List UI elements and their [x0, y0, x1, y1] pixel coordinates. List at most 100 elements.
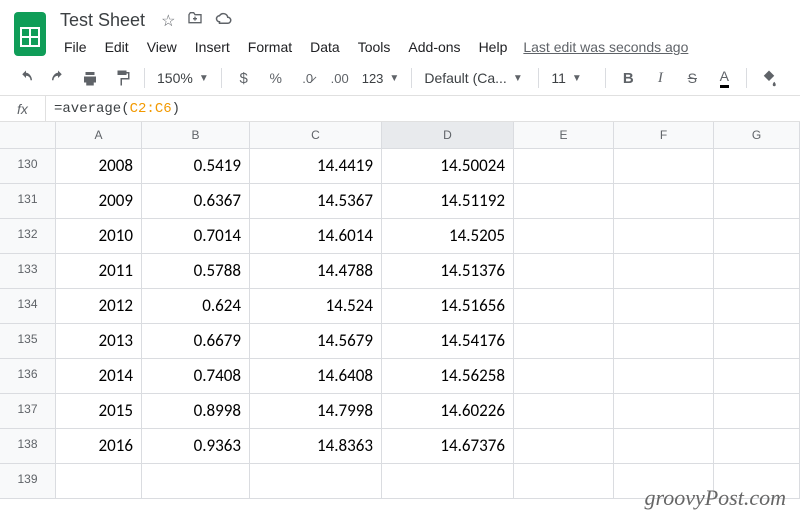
column-header-b[interactable]: B	[142, 122, 250, 148]
cell[interactable]: 0.624	[142, 289, 250, 323]
menu-format[interactable]: Format	[240, 35, 300, 59]
cell[interactable]: 14.6014	[250, 219, 382, 253]
cell[interactable]: 14.56258	[382, 359, 514, 393]
cell[interactable]	[142, 464, 250, 498]
cell[interactable]: 0.7014	[142, 219, 250, 253]
row-header[interactable]: 136	[0, 359, 56, 393]
cell[interactable]: 14.5205	[382, 219, 514, 253]
cell[interactable]: 14.6408	[250, 359, 382, 393]
cell[interactable]	[714, 324, 800, 358]
cell[interactable]: 0.5788	[142, 254, 250, 288]
cell[interactable]	[614, 184, 714, 218]
cell[interactable]	[614, 359, 714, 393]
row-header[interactable]: 131	[0, 184, 56, 218]
cell[interactable]: 14.54176	[382, 324, 514, 358]
menu-file[interactable]: File	[56, 35, 95, 59]
cell[interactable]	[514, 359, 614, 393]
last-edit-link[interactable]: Last edit was seconds ago	[517, 35, 694, 59]
cell[interactable]	[514, 464, 614, 498]
menu-data[interactable]: Data	[302, 35, 348, 59]
row-header[interactable]: 138	[0, 429, 56, 463]
cell[interactable]	[614, 149, 714, 183]
cell[interactable]	[514, 324, 614, 358]
cell[interactable]	[514, 219, 614, 253]
cell[interactable]: 14.67376	[382, 429, 514, 463]
cell[interactable]	[714, 289, 800, 323]
cell[interactable]	[714, 359, 800, 393]
row-header[interactable]: 132	[0, 219, 56, 253]
column-header-d[interactable]: D	[382, 122, 514, 148]
cell[interactable]	[514, 429, 614, 463]
currency-button[interactable]: $	[230, 65, 258, 91]
bold-button[interactable]: B	[614, 65, 642, 91]
decrease-decimal-button[interactable]: .0̷	[294, 65, 322, 91]
cell[interactable]: 14.4419	[250, 149, 382, 183]
cell[interactable]	[614, 219, 714, 253]
star-icon[interactable]: ☆	[161, 11, 175, 31]
row-header[interactable]: 130	[0, 149, 56, 183]
move-icon[interactable]	[187, 10, 203, 31]
zoom-select[interactable]: 150%▼	[153, 70, 213, 86]
cell[interactable]	[714, 149, 800, 183]
cell[interactable]: 0.6679	[142, 324, 250, 358]
cell[interactable]	[614, 289, 714, 323]
cell[interactable]	[714, 429, 800, 463]
cloud-status-icon[interactable]	[215, 11, 233, 30]
cell[interactable]	[714, 184, 800, 218]
cell[interactable]: 2008	[56, 149, 142, 183]
cell[interactable]	[614, 394, 714, 428]
menu-addons[interactable]: Add-ons	[400, 35, 468, 59]
more-formats-select[interactable]: 123▼	[358, 71, 404, 86]
print-button[interactable]	[76, 65, 104, 91]
row-header[interactable]: 134	[0, 289, 56, 323]
redo-button[interactable]	[44, 65, 72, 91]
cell[interactable]: 14.51656	[382, 289, 514, 323]
cell[interactable]: 14.60226	[382, 394, 514, 428]
column-header-g[interactable]: G	[714, 122, 800, 148]
cell[interactable]	[250, 464, 382, 498]
document-title[interactable]: Test Sheet	[56, 8, 149, 33]
font-select[interactable]: Default (Ca...▼	[420, 70, 530, 86]
cell[interactable]: 0.9363	[142, 429, 250, 463]
percent-button[interactable]: %	[262, 65, 290, 91]
cell[interactable]	[714, 254, 800, 288]
italic-button[interactable]: I	[646, 65, 674, 91]
cell[interactable]: 0.5419	[142, 149, 250, 183]
increase-decimal-button[interactable]: .00	[326, 65, 354, 91]
cell[interactable]: 0.7408	[142, 359, 250, 393]
column-header-a[interactable]: A	[56, 122, 142, 148]
fill-color-button[interactable]	[755, 65, 783, 91]
row-header[interactable]: 133	[0, 254, 56, 288]
menu-view[interactable]: View	[139, 35, 185, 59]
cell[interactable]: 2011	[56, 254, 142, 288]
cell[interactable]	[614, 429, 714, 463]
cell[interactable]: 2009	[56, 184, 142, 218]
cell[interactable]	[514, 149, 614, 183]
select-all-cell[interactable]	[0, 122, 56, 148]
cell[interactable]: 14.7998	[250, 394, 382, 428]
row-header[interactable]: 135	[0, 324, 56, 358]
font-size-select[interactable]: 11▼	[547, 70, 597, 86]
formula-input[interactable]: =average(C2:C6)	[46, 101, 800, 117]
cell[interactable]	[614, 254, 714, 288]
cell[interactable]	[514, 289, 614, 323]
menu-insert[interactable]: Insert	[187, 35, 238, 59]
row-header[interactable]: 137	[0, 394, 56, 428]
undo-button[interactable]	[12, 65, 40, 91]
cell[interactable]: 14.5679	[250, 324, 382, 358]
text-color-button[interactable]: A	[710, 65, 738, 91]
column-header-f[interactable]: F	[614, 122, 714, 148]
menu-help[interactable]: Help	[471, 35, 516, 59]
sheets-app-icon[interactable]	[12, 10, 48, 58]
cell[interactable]: 14.524	[250, 289, 382, 323]
cell[interactable]: 14.51376	[382, 254, 514, 288]
menu-tools[interactable]: Tools	[350, 35, 399, 59]
cell[interactable]	[514, 394, 614, 428]
row-header[interactable]: 139	[0, 464, 56, 498]
cell[interactable]: 0.8998	[142, 394, 250, 428]
strikethrough-button[interactable]: S	[678, 65, 706, 91]
cell[interactable]: 2015	[56, 394, 142, 428]
cell[interactable]	[514, 254, 614, 288]
cell[interactable]: 14.8363	[250, 429, 382, 463]
cell[interactable]	[714, 394, 800, 428]
